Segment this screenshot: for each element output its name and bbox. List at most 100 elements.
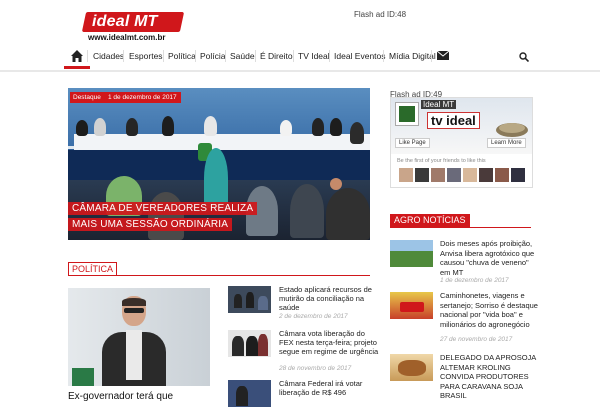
hero-photo-figure [204, 116, 217, 136]
nav-item-tv-ideal[interactable]: TV Ideal [298, 51, 330, 61]
politica-item-title-1[interactable]: Estado aplicará recursos de mutirão da c… [279, 285, 379, 312]
search-icon[interactable] [519, 52, 529, 62]
facebook-page-widget[interactable]: Ideal MT tv ideal Like Page Learn More B… [390, 97, 533, 188]
satellite-dish-icon [496, 123, 528, 137]
nav-item-esportes[interactable]: Esportes [129, 51, 163, 61]
featured-story[interactable]: Destaque 1 de dezembro de 2017 CÂMARA DE… [68, 88, 370, 240]
agro-item-date-1: 1 de dezembro de 2017 [440, 277, 509, 284]
politica-thumb-1[interactable] [228, 286, 271, 313]
flash-ad-header: Flash ad ID:48 [354, 10, 407, 19]
hero-photo-figure [94, 118, 106, 136]
nav-divider [225, 50, 226, 62]
fb-fan-avatar[interactable] [399, 168, 413, 182]
politica-item-date-2: 28 de novembro de 2017 [279, 365, 352, 372]
featured-caption-line1[interactable]: CÂMARA DE VEREADORES REALIZA [68, 202, 258, 215]
nav-divider [195, 50, 196, 62]
hero-photo-figure [76, 120, 88, 136]
politica-item-title-3[interactable]: Câmara Federal irá votar liberação de R$… [279, 379, 379, 397]
nav-divider [293, 50, 294, 62]
agro-thumb-2[interactable] [390, 292, 433, 319]
fb-page-avatar[interactable] [395, 102, 419, 126]
fb-fan-avatar[interactable] [415, 168, 429, 182]
thumb-figure [236, 386, 248, 406]
featured-date: 1 de dezembro de 2017 [104, 92, 181, 103]
nav-item-saude[interactable]: Saúde [230, 51, 255, 61]
politica-item-date-1: 2 de dezembro de 2017 [279, 313, 348, 320]
nav-divider [255, 50, 256, 62]
fb-cover-logo: tv ideal [427, 112, 480, 129]
nav-divider [383, 50, 384, 62]
hero-photo-figure [326, 188, 370, 240]
nav-divider [431, 50, 432, 62]
mail-icon[interactable] [437, 51, 449, 60]
politica-item-title-2[interactable]: Câmara vota liberação do FEX nesta terça… [279, 329, 379, 356]
hero-photo-desk-top [74, 134, 370, 150]
nav-divider [329, 50, 330, 62]
agro-thumb-3[interactable] [390, 354, 433, 381]
nav-item-politica[interactable]: Política [168, 51, 196, 61]
agro-heading[interactable]: AGRO NOTÍCIAS [390, 214, 470, 227]
agro-item-date-2: 27 de novembro de 2017 [440, 336, 513, 343]
thumb-figure [246, 292, 254, 308]
agro-section-header: AGRO NOTÍCIAS [390, 214, 531, 228]
agro-thumb-1[interactable] [390, 240, 433, 267]
logo-text: ideal MT [92, 13, 158, 30]
hero-photo-figure [126, 118, 138, 136]
nav-item-cidades[interactable]: Cidades [93, 51, 124, 61]
fb-fan-avatar[interactable] [431, 168, 445, 182]
hero-photo-figure [330, 178, 342, 190]
thumb-figure [246, 336, 258, 356]
site-logo[interactable]: ideal MT www.idealmt.com.br [81, 12, 185, 42]
nav-item-midia-digital[interactable]: Mídia Digital [389, 51, 436, 61]
agro-item-title-2[interactable]: Caminhonetes, viagens e sertanejo; Sorri… [440, 291, 540, 329]
fb-fan-avatar[interactable] [495, 168, 509, 182]
politica-thumb-3[interactable] [228, 380, 271, 407]
hero-photo-figure [290, 184, 324, 238]
hero-photo-figure [162, 116, 174, 136]
main-nav: Cidades Esportes Política Polícia Saúde … [0, 42, 600, 72]
politica-section-header: POLÍTICA [68, 262, 370, 276]
home-icon[interactable] [69, 48, 85, 64]
thumb-figure [258, 296, 268, 310]
politica-main-photo[interactable] [68, 288, 210, 386]
agro-item-title-3[interactable]: DELEGADO DA APROSOJA ALTEMAR KROLING CON… [440, 353, 540, 401]
fb-fan-avatar[interactable] [511, 168, 525, 182]
politica-main-title[interactable]: Ex-governador terá que [68, 391, 173, 402]
nav-item-ideal-eventos[interactable]: Ideal Eventos [334, 51, 386, 61]
featured-tag[interactable]: Destaque [70, 92, 104, 103]
logo-url: www.idealmt.com.br [88, 33, 166, 42]
thumb-figure [234, 294, 242, 308]
hero-photo-figure [204, 148, 228, 208]
politica-heading[interactable]: POLÍTICA [68, 262, 118, 276]
agro-item-title-1[interactable]: Dois meses após proibição, Anvisa libera… [440, 239, 540, 277]
active-nav-indicator [64, 66, 90, 69]
fb-friends-text: Be the first of your friends to like thi… [397, 158, 486, 164]
politica-thumb-2[interactable] [228, 330, 271, 357]
photo-glasses [124, 308, 144, 313]
hero-photo-figure [280, 120, 292, 136]
fb-fan-avatar[interactable] [447, 168, 461, 182]
nav-divider [123, 50, 124, 62]
nav-divider [87, 50, 88, 62]
fb-fan-avatar[interactable] [479, 168, 493, 182]
fb-like-button[interactable]: Like Page [395, 138, 430, 148]
photo-flag [72, 368, 94, 386]
nav-divider [163, 50, 164, 62]
fb-page-name[interactable]: Ideal MT [421, 100, 457, 109]
thumb-figure [258, 334, 268, 356]
thumb-grain [398, 360, 426, 376]
photo-hair [122, 298, 146, 306]
hero-photo-figure [330, 118, 342, 136]
avatar-mark [399, 106, 415, 122]
nav-item-e-direito[interactable]: É Direito [260, 51, 293, 61]
fb-learn-more-button[interactable]: Learn More [487, 138, 526, 148]
thumb-figure [232, 336, 244, 356]
featured-caption-line2[interactable]: MAIS UMA SESSÃO ORDINÁRIA [68, 218, 233, 231]
fb-fan-avatar[interactable] [463, 168, 477, 182]
photo-shirt [126, 330, 142, 380]
nav-item-policia[interactable]: Polícia [200, 51, 226, 61]
thumb-truck [400, 302, 424, 312]
hero-photo-figure [312, 118, 324, 136]
hero-photo-figure [350, 122, 364, 144]
hero-photo-figure [148, 192, 184, 240]
